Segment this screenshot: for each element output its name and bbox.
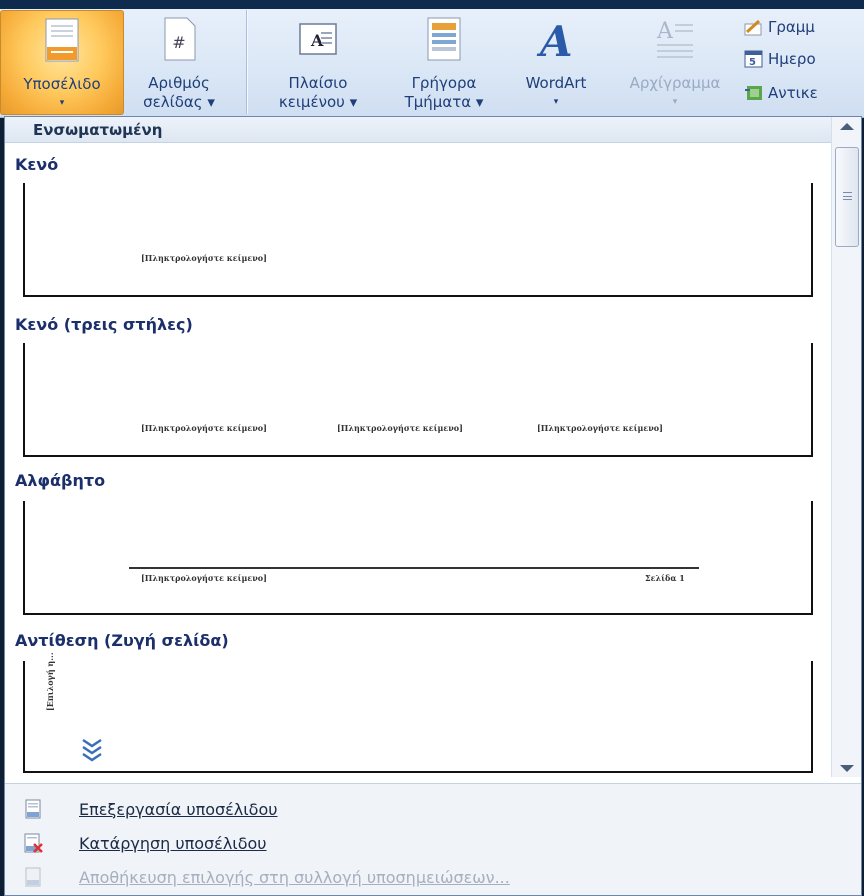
save-selection-label: Αποθήκευση επιλογής στη συλλογή υποσημει… — [79, 867, 510, 887]
save-to-gallery-icon — [25, 867, 41, 887]
placeholder-text: [Πληκτρολογήστε κείμενο] — [537, 423, 663, 433]
signature-icon — [744, 19, 762, 36]
edit-footer-icon — [25, 799, 41, 819]
svg-text:#: # — [172, 33, 185, 52]
scroll-down-arrow-icon[interactable] — [840, 765, 854, 772]
calendar-icon: 5 — [744, 50, 763, 68]
textbox-label-2: κειμένου ▾ — [278, 93, 358, 111]
ribbon-top-edge — [0, 0, 864, 9]
placeholder-text: [Πληκτρολογήστε κείμενο] — [141, 423, 267, 433]
save-selection-menu-item[interactable]: Αποθήκευση επιλογής στη συλλογή υποσημει… — [5, 860, 861, 894]
gallery-item-title: Αντίθεση (Ζυγή σελίδα) — [15, 631, 229, 650]
chevron-down-icon: ▾ — [672, 97, 678, 107]
page-number-button[interactable]: # Αριθμός σελίδας ▾ — [126, 10, 232, 115]
placeholder-text: [Επιλογή η... — [45, 652, 55, 711]
textbox-button[interactable]: A Πλαίσιο κειμένου ▾ — [258, 10, 378, 115]
quick-parts-label-1: Γρήγορα — [411, 74, 477, 92]
edit-footer-label: Επεξεργασία υποσέλιδου — [79, 799, 278, 819]
gallery-item-blank-footer[interactable]: [Πληκτρολογήστε κείμενο] — [23, 183, 813, 297]
signature-line-label: Γραμμ — [768, 18, 815, 36]
remove-footer-icon — [24, 833, 43, 853]
gallery-item-contrast-even-page[interactable]: [Επιλογή η... — [23, 652, 813, 773]
gallery-item-blank-three-columns[interactable]: [Πληκτρολογήστε κείμενο] [Πληκτρολογήστε… — [23, 343, 813, 457]
gallery-menu: Επεξεργασία υποσέλιδου Κατάργηση υποσέλι… — [5, 783, 861, 895]
gallery-item-title: Κενό (τρεις στήλες) — [15, 315, 193, 334]
group-separator — [246, 10, 247, 114]
grip-icon — [843, 192, 852, 200]
ribbon-toolbar: Υποσέλιδο ▾ # Αριθμός σελίδας ▾ A Πλαίσι… — [0, 0, 864, 118]
page-number-label-2: σελίδας ▾ — [143, 93, 215, 111]
gallery-item-alphabet[interactable]: [Πληκτρολογήστε κείμενο] Σελίδα 1 — [23, 501, 813, 615]
gallery-scrollbar[interactable] — [831, 117, 861, 777]
quick-parts-icon — [427, 17, 461, 61]
footer-gallery-dropdown: Ενσωματωμένη Κενό [Πληκτρολογήστε κείμεν… — [4, 116, 862, 896]
quick-parts-button[interactable]: Γρήγορα Τμήματα ▾ — [384, 10, 504, 115]
gallery-item-title: Αλφάβητο — [15, 471, 106, 490]
svg-text:A: A — [656, 19, 674, 44]
textbox-label-1: Πλαίσιο — [288, 74, 348, 92]
wordart-button[interactable]: A WordArt ▾ — [508, 10, 604, 115]
drop-cap-label-1: Αρχίγραμμα — [629, 74, 721, 92]
object-icon — [745, 86, 762, 100]
date-time-button[interactable]: 5 Ημερο — [744, 48, 816, 70]
remove-footer-label: Κατάργηση υποσέλιδου — [79, 833, 267, 853]
object-button[interactable]: Αντικε — [744, 82, 818, 104]
drop-cap-button[interactable]: A Αρχίγραμμα ▾ — [610, 10, 740, 115]
date-time-label: Ημερο — [768, 50, 816, 68]
scroll-up-arrow-icon[interactable] — [840, 123, 854, 130]
quick-parts-label-2: Τμήματα ▾ — [404, 93, 484, 111]
placeholder-text: [Πληκτρολογήστε κείμενο] — [337, 423, 463, 433]
scroll-thumb[interactable] — [835, 147, 859, 247]
footer-page-icon — [45, 18, 79, 62]
placeholder-text: [Πληκτρολογήστε κείμενο] — [141, 573, 267, 583]
footer-button-label: Υποσέλιδο — [23, 75, 101, 93]
gallery-item-title: Κενό — [15, 155, 59, 174]
page-number-label-1: Αριθμός — [148, 74, 210, 92]
signature-line-button[interactable]: Γραμμ — [744, 16, 815, 38]
expand-more-icon[interactable] — [81, 737, 103, 763]
chevron-down-icon: ▾ — [59, 98, 65, 108]
object-label: Αντικε — [768, 84, 818, 102]
edit-footer-menu-item[interactable]: Επεξεργασία υποσέλιδου — [5, 792, 861, 826]
footer-button[interactable]: Υποσέλιδο ▾ — [0, 10, 124, 115]
drop-cap-icon: A — [656, 19, 693, 58]
wordart-icon: A — [536, 17, 573, 62]
svg-text:A: A — [536, 17, 573, 62]
footer-rule-line — [129, 567, 699, 569]
wordart-label-1: WordArt — [525, 74, 587, 92]
chevron-down-icon: ▾ — [553, 97, 559, 107]
page-number-text: Σελίδα 1 — [645, 573, 685, 583]
remove-footer-menu-item[interactable]: Κατάργηση υποσέλιδου — [5, 826, 861, 860]
svg-text:5: 5 — [749, 57, 756, 68]
textbox-icon: A — [299, 23, 337, 55]
placeholder-text: [Πληκτρολογήστε κείμενο] — [141, 253, 267, 263]
gallery-category-header: Ενσωματωμένη — [5, 117, 861, 143]
page-number-icon: # — [164, 17, 196, 61]
